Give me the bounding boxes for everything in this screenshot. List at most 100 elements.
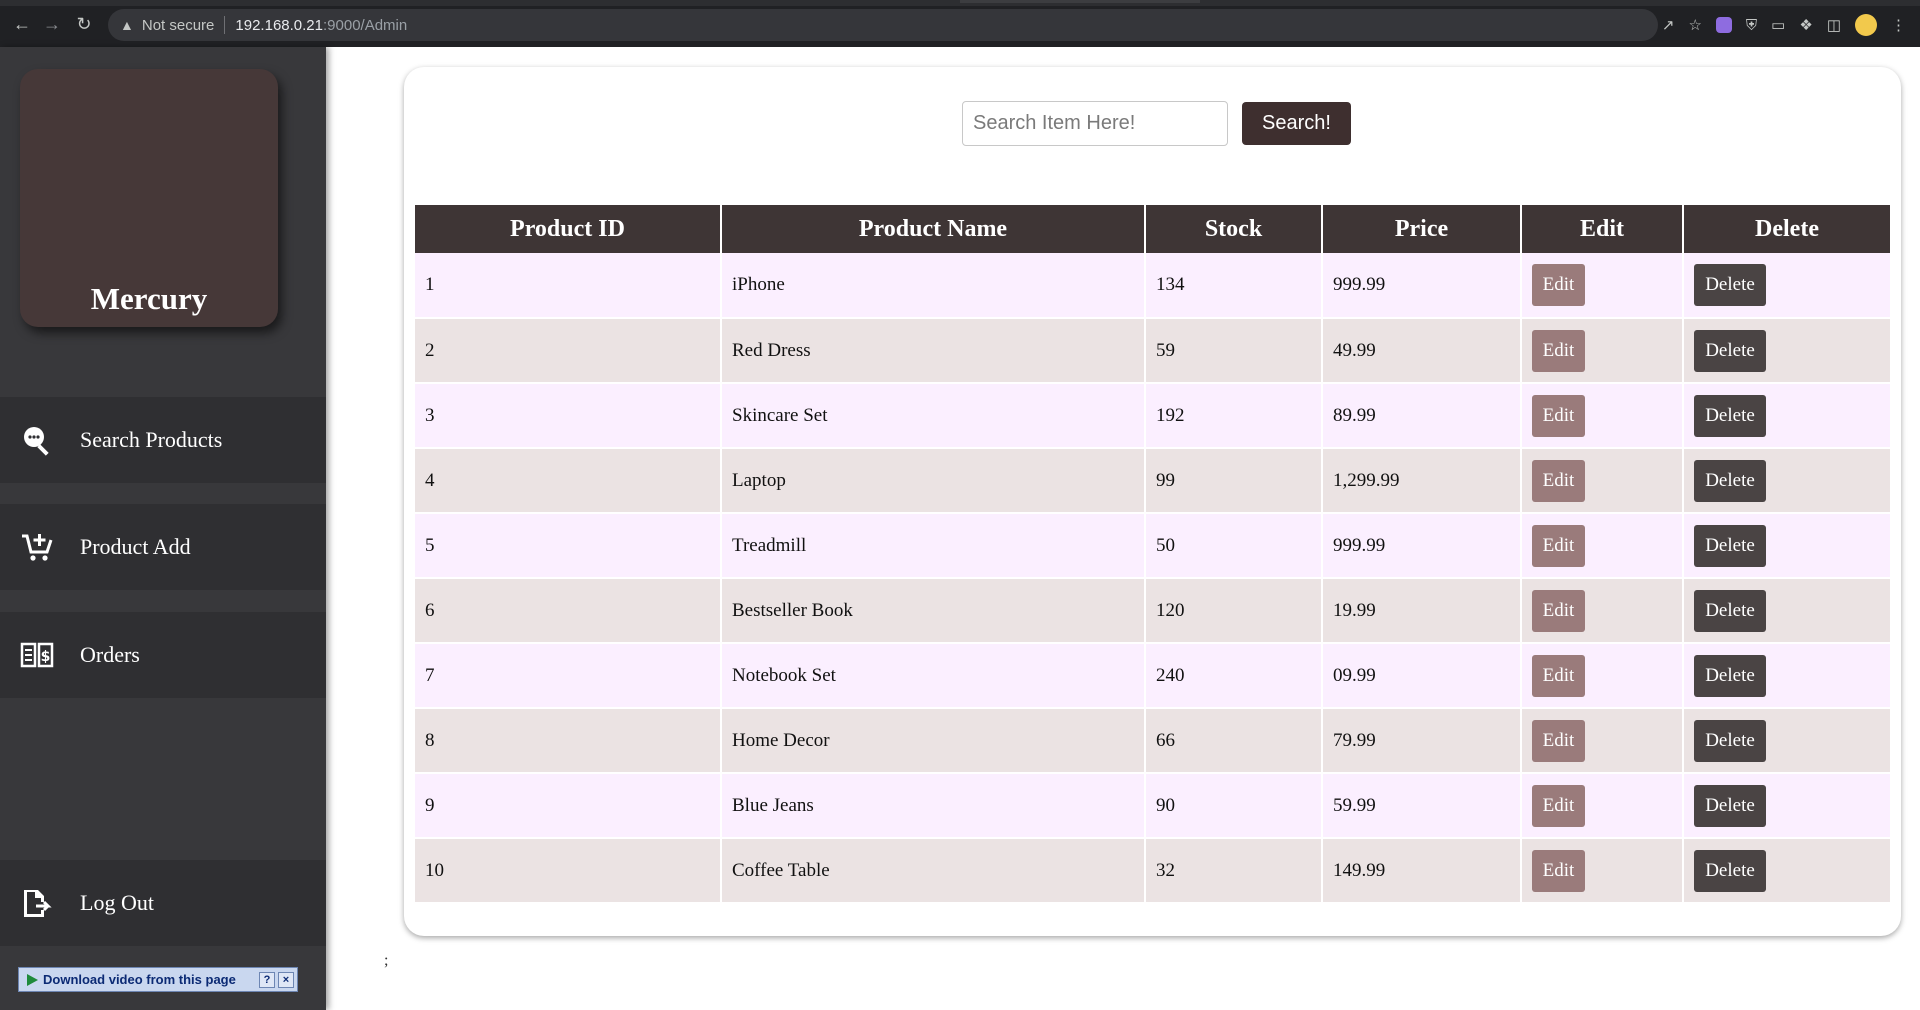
header-product-id: Product ID <box>415 205 722 253</box>
edit-cell: Edit <box>1521 383 1684 449</box>
edit-cell: Edit <box>1521 578 1684 644</box>
puzzle-icon[interactable]: ❖ <box>1799 16 1812 34</box>
price-cell: 1,299.99 <box>1322 448 1522 514</box>
product-id-cell: 10 <box>415 838 722 904</box>
delete-cell: Delete <box>1683 383 1890 449</box>
product-table-card: Search! Product ID Product Name Stock Pr… <box>404 67 1901 936</box>
price-cell: 89.99 <box>1322 383 1522 449</box>
sidebar-item-log-out[interactable]: Log Out <box>0 860 326 946</box>
product-name-cell: Blue Jeans <box>721 773 1146 839</box>
product-name-cell: Treadmill <box>721 513 1146 579</box>
profile-avatar[interactable] <box>1855 14 1877 36</box>
delete-button[interactable]: Delete <box>1694 394 1766 437</box>
forward-icon[interactable]: → <box>40 12 64 36</box>
search-input[interactable] <box>962 101 1228 146</box>
table-row: 8 Home Decor 66 79.99 Edit Delete <box>415 708 1890 774</box>
search-bar: Search! <box>962 101 1351 146</box>
edit-button[interactable]: Edit <box>1532 784 1585 827</box>
delete-button[interactable]: Delete <box>1694 264 1766 306</box>
delete-button[interactable]: Delete <box>1694 849 1766 892</box>
product-name-cell: Skincare Set <box>721 383 1146 449</box>
edit-button[interactable]: Edit <box>1532 719 1585 762</box>
svg-text:$: $ <box>41 649 51 665</box>
edit-button[interactable]: Edit <box>1532 654 1585 697</box>
delete-cell: Delete <box>1683 448 1890 514</box>
delete-button[interactable]: Delete <box>1694 589 1766 632</box>
products-table: Product ID Product Name Stock Price Edit… <box>415 205 1890 904</box>
sidepanel-icon[interactable]: ◫ <box>1827 16 1841 34</box>
edit-button[interactable]: Edit <box>1532 849 1585 892</box>
product-id-cell: 3 <box>415 383 722 449</box>
edit-button[interactable]: Edit <box>1532 589 1585 632</box>
back-icon[interactable]: ← <box>10 12 34 36</box>
download-video-bar[interactable]: Download video from this page ? × <box>18 967 298 992</box>
table-header-row: Product ID Product Name Stock Price Edit… <box>415 205 1890 253</box>
product-name-cell: Laptop <box>721 448 1146 514</box>
header-product-name: Product Name <box>721 205 1146 253</box>
extension-icon[interactable] <box>1715 17 1732 33</box>
edit-cell: Edit <box>1521 318 1684 384</box>
sidebar-item-search-products[interactable]: Search Products <box>0 397 326 483</box>
table-row: 6 Bestseller Book 120 19.99 Edit Delete <box>415 578 1890 644</box>
stock-cell: 120 <box>1145 578 1323 644</box>
table-row: 3 Skincare Set 192 89.99 Edit Delete <box>415 383 1890 449</box>
price-cell: 09.99 <box>1322 643 1522 709</box>
delete-cell: Delete <box>1683 318 1890 384</box>
download-video-label: Download video from this page <box>43 972 236 987</box>
sidebar-item-label: Search Products <box>80 427 223 452</box>
logout-icon <box>20 886 54 920</box>
menu-icon[interactable]: ⋮ <box>1891 16 1906 34</box>
sidebar-item-product-add[interactable]: Product Add <box>0 504 326 590</box>
warning-icon: ▲ <box>120 17 134 33</box>
reload-icon[interactable]: ↻ <box>72 12 96 36</box>
delete-button[interactable]: Delete <box>1694 654 1766 697</box>
orders-book-icon: $ <box>20 638 54 672</box>
address-bar[interactable]: ▲ Not secure 192.168.0.21:9000/Admin <box>108 9 1658 41</box>
stock-cell: 240 <box>1145 643 1323 709</box>
security-label: Not secure <box>141 16 215 34</box>
delete-cell: Delete <box>1683 643 1890 709</box>
delete-cell: Delete <box>1683 773 1890 839</box>
share-icon[interactable]: ↗ <box>1662 16 1675 34</box>
product-id-cell: 5 <box>415 513 722 579</box>
price-cell: 49.99 <box>1322 318 1522 384</box>
extension-toolbar: ↗ ☆ ⛨ ▭ ❖ ◫ ⋮ <box>1662 14 1906 36</box>
stock-cell: 66 <box>1145 708 1323 774</box>
edit-cell: Edit <box>1521 773 1684 839</box>
delete-button[interactable]: Delete <box>1694 524 1766 567</box>
edit-cell: Edit <box>1521 513 1684 579</box>
header-price: Price <box>1322 205 1522 253</box>
delete-button[interactable]: Delete <box>1694 459 1766 502</box>
delete-button[interactable]: Delete <box>1694 719 1766 762</box>
product-id-cell: 4 <box>415 448 722 514</box>
price-cell: 59.99 <box>1322 773 1522 839</box>
stock-cell: 134 <box>1145 253 1323 319</box>
search-button[interactable]: Search! <box>1242 102 1351 145</box>
url-host: 192.168.0.21 <box>235 16 323 34</box>
edit-button[interactable]: Edit <box>1532 329 1585 372</box>
header-edit: Edit <box>1521 205 1684 253</box>
close-icon[interactable]: × <box>278 971 294 988</box>
delete-cell: Delete <box>1683 253 1890 319</box>
sidebar-item-orders[interactable]: $ Orders <box>0 612 326 698</box>
sidebar-item-label: Log Out <box>80 890 154 915</box>
delete-button[interactable]: Delete <box>1694 784 1766 827</box>
star-icon[interactable]: ☆ <box>1688 16 1701 34</box>
edit-button[interactable]: Edit <box>1532 394 1585 437</box>
help-icon[interactable]: ? <box>259 971 275 988</box>
edit-button[interactable]: Edit <box>1532 524 1585 567</box>
price-cell: 999.99 <box>1322 253 1522 319</box>
delete-cell: Delete <box>1683 578 1890 644</box>
url-path: :9000/Admin <box>323 16 408 34</box>
delete-button[interactable]: Delete <box>1694 329 1766 372</box>
table-row: 9 Blue Jeans 90 59.99 Edit Delete <box>415 773 1890 839</box>
edit-cell: Edit <box>1521 838 1684 904</box>
edit-button[interactable]: Edit <box>1532 459 1585 502</box>
shield-icon[interactable]: ⛨ <box>1746 17 1757 34</box>
stock-cell: 59 <box>1145 318 1323 384</box>
product-id-cell: 6 <box>415 578 722 644</box>
edit-button[interactable]: Edit <box>1532 264 1585 306</box>
delete-cell: Delete <box>1683 838 1890 904</box>
product-name-cell: Red Dress <box>721 318 1146 384</box>
code-extension-icon[interactable]: ▭ <box>1771 16 1785 34</box>
